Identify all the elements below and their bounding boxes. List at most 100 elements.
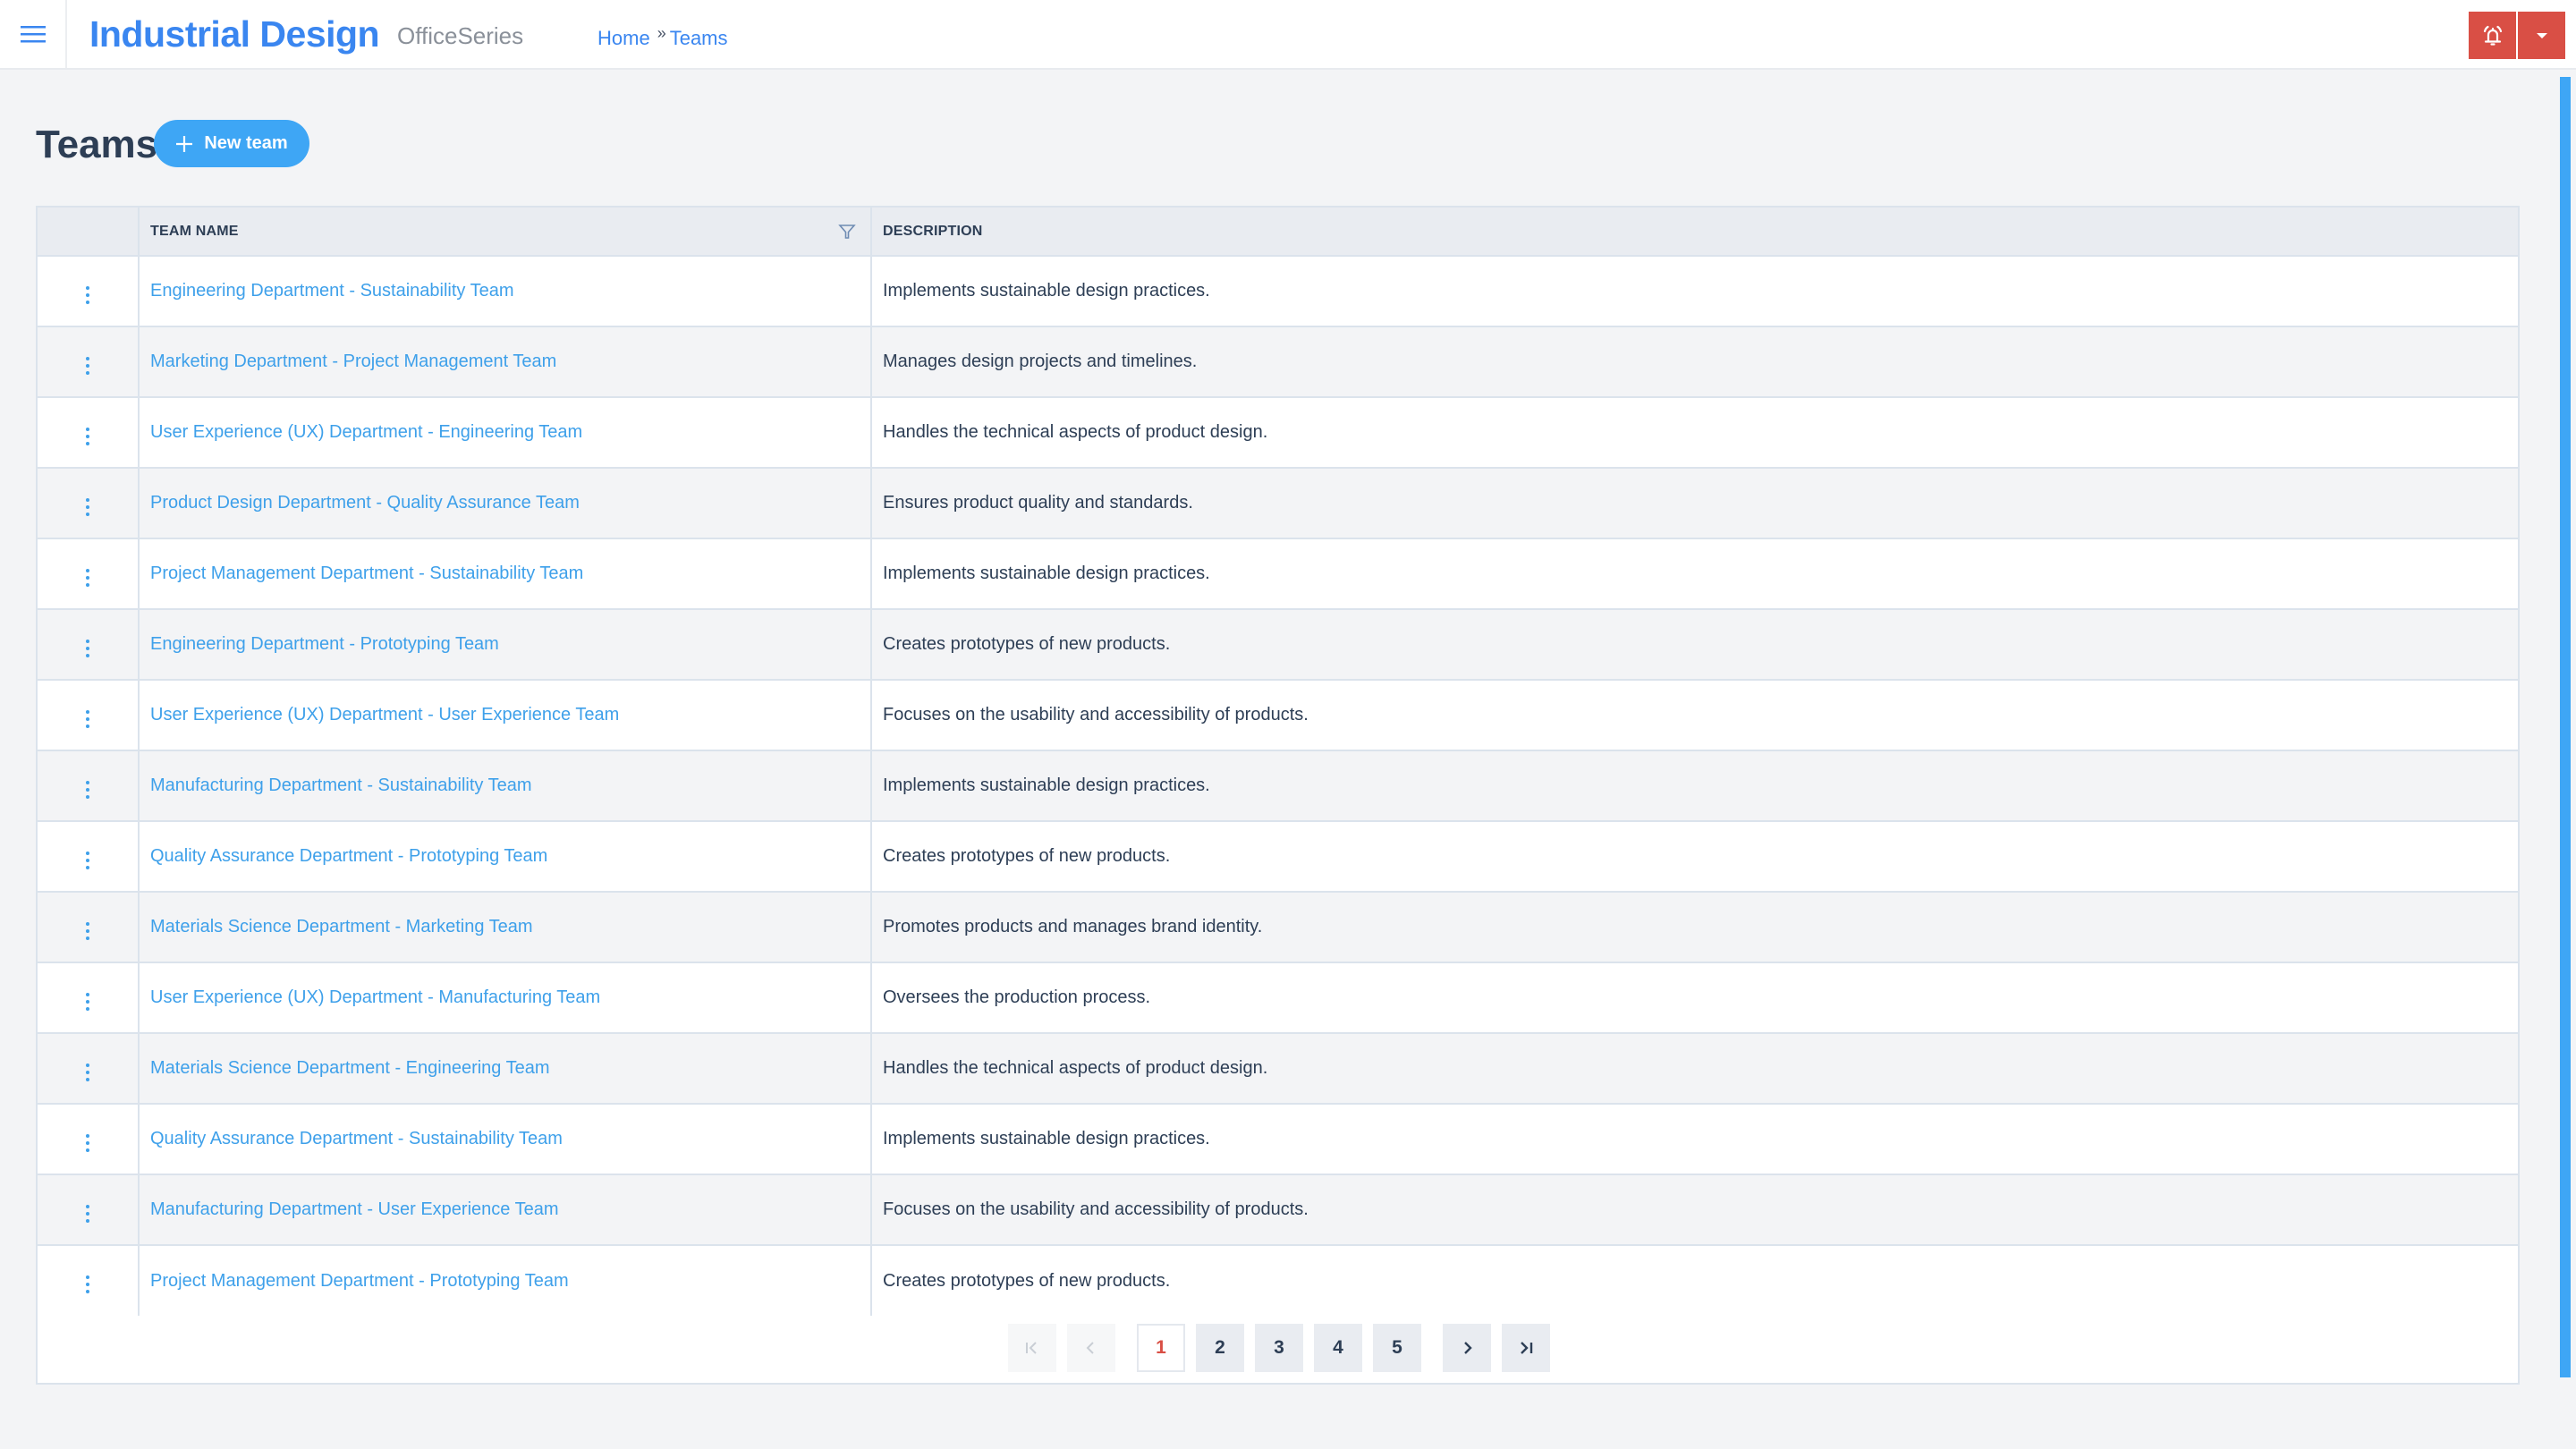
team-name-link[interactable]: Engineering Department - Sustainability …	[150, 281, 514, 301]
team-name-link[interactable]: Manufacturing Department - Sustainabilit…	[150, 775, 532, 795]
menu-toggle-button[interactable]	[0, 0, 67, 68]
more-vertical-icon[interactable]	[79, 1130, 97, 1157]
team-name-cell: Engineering Department - Prototyping Tea…	[139, 609, 872, 681]
row-actions-cell	[38, 538, 140, 610]
table-row: Manufacturing Department - User Experien…	[38, 1174, 2518, 1246]
page-button-2[interactable]: 2	[1196, 1324, 1244, 1372]
team-name-link[interactable]: Marketing Department - Project Managemen…	[150, 352, 556, 371]
app-subtitle: OfficeSeries	[397, 22, 524, 49]
team-description-cell: Implements sustainable design practices.	[871, 1104, 2518, 1175]
row-actions-cell	[38, 256, 140, 327]
team-name-cell: Manufacturing Department - Sustainabilit…	[139, 750, 872, 822]
previous-page-button[interactable]	[1067, 1324, 1115, 1372]
row-actions-cell	[38, 1174, 140, 1246]
row-actions-cell	[38, 892, 140, 963]
vertical-scrollbar[interactable]	[2560, 77, 2571, 1377]
row-actions-cell	[38, 468, 140, 539]
more-vertical-icon[interactable]	[79, 494, 97, 521]
alerts-dropdown-button[interactable]	[2518, 12, 2565, 59]
table-row: Materials Science Department - Engineeri…	[38, 1033, 2518, 1105]
plus-icon	[176, 135, 193, 152]
breadcrumb-separator: »	[657, 24, 666, 42]
team-name-link[interactable]: Quality Assurance Department - Prototypi…	[150, 846, 547, 866]
teams-table: TEAM NAME DESCRIPTION Engineering Depart…	[38, 208, 2518, 1316]
more-vertical-icon[interactable]	[79, 706, 97, 733]
more-vertical-icon[interactable]	[79, 635, 97, 662]
chevron-right-icon	[1464, 1342, 1472, 1354]
team-name-link[interactable]: User Experience (UX) Department - Engine…	[150, 422, 582, 442]
team-name-link[interactable]: Project Management Department - Sustaina…	[150, 564, 583, 583]
page-button-3[interactable]: 3	[1255, 1324, 1303, 1372]
team-name-cell: Project Management Department - Sustaina…	[139, 538, 872, 610]
team-name-link[interactable]: Project Management Department - Prototyp…	[150, 1271, 569, 1291]
team-name-link[interactable]: Engineering Department - Prototyping Tea…	[150, 634, 499, 654]
last-page-button[interactable]	[1502, 1324, 1550, 1372]
table-row: Engineering Department - Prototyping Tea…	[38, 609, 2518, 681]
more-vertical-icon[interactable]	[79, 1271, 97, 1298]
row-actions-cell	[38, 750, 140, 822]
top-bar: Industrial Design OfficeSeries Home » Te…	[0, 0, 2576, 70]
more-vertical-icon[interactable]	[79, 423, 97, 450]
more-vertical-icon[interactable]	[79, 918, 97, 945]
team-description-cell: Creates prototypes of new products.	[871, 609, 2518, 681]
more-vertical-icon[interactable]	[79, 282, 97, 309]
team-name-cell: Marketing Department - Project Managemen…	[139, 326, 872, 398]
team-name-cell: Product Design Department - Quality Assu…	[139, 468, 872, 539]
page-title: Teams	[36, 123, 158, 166]
table-header-row: TEAM NAME DESCRIPTION	[38, 208, 2518, 257]
more-vertical-icon[interactable]	[79, 1059, 97, 1086]
alert-button-group	[2469, 12, 2565, 59]
breadcrumb-home[interactable]: Home	[597, 23, 650, 54]
new-team-button[interactable]: New team	[154, 120, 309, 167]
team-name-link[interactable]: User Experience (UX) Department - Manufa…	[150, 987, 600, 1007]
team-name-cell: Engineering Department - Sustainability …	[139, 256, 872, 327]
caret-down-icon	[2536, 32, 2547, 38]
row-actions-cell	[38, 326, 140, 398]
filter-icon[interactable]	[838, 223, 856, 241]
team-description-cell: Handles the technical aspects of product…	[871, 1033, 2518, 1105]
first-page-icon	[1026, 1342, 1037, 1354]
team-name-cell: Quality Assurance Department - Sustainab…	[139, 1104, 872, 1175]
table-row: User Experience (UX) Department - User E…	[38, 680, 2518, 751]
more-vertical-icon[interactable]	[79, 1200, 97, 1227]
page-button-1[interactable]: 1	[1137, 1324, 1185, 1372]
page-button-4[interactable]: 4	[1314, 1324, 1362, 1372]
team-name-link[interactable]: Manufacturing Department - User Experien…	[150, 1199, 559, 1219]
team-description-cell: Implements sustainable design practices.	[871, 750, 2518, 822]
table-row: Engineering Department - Sustainability …	[38, 256, 2518, 327]
column-header-actions	[38, 208, 140, 257]
table-row: Manufacturing Department - Sustainabilit…	[38, 750, 2518, 822]
alerts-button[interactable]	[2469, 12, 2516, 59]
team-name-cell: User Experience (UX) Department - User E…	[139, 680, 872, 751]
breadcrumb-teams[interactable]: Teams	[670, 23, 728, 54]
team-name-link[interactable]: Quality Assurance Department - Sustainab…	[150, 1129, 563, 1148]
team-description-cell: Focuses on the usability and accessibili…	[871, 680, 2518, 751]
more-vertical-icon[interactable]	[79, 564, 97, 591]
bell-ringing-icon	[2483, 25, 2502, 46]
team-name-cell: Materials Science Department - Engineeri…	[139, 1033, 872, 1105]
page-button-5[interactable]: 5	[1373, 1324, 1421, 1372]
team-name-link[interactable]: Product Design Department - Quality Assu…	[150, 493, 580, 513]
row-actions-cell	[38, 1245, 140, 1316]
more-vertical-icon[interactable]	[79, 988, 97, 1015]
team-name-link[interactable]: User Experience (UX) Department - User E…	[150, 705, 619, 724]
team-description-cell: Implements sustainable design practices.	[871, 538, 2518, 610]
more-vertical-icon[interactable]	[79, 352, 97, 379]
next-page-button[interactable]	[1443, 1324, 1491, 1372]
table-row: Quality Assurance Department - Sustainab…	[38, 1104, 2518, 1175]
team-name-cell: Project Management Department - Prototyp…	[139, 1245, 872, 1316]
table-row: Marketing Department - Project Managemen…	[38, 326, 2518, 398]
team-description-cell: Oversees the production process.	[871, 962, 2518, 1034]
app-title[interactable]: Industrial Design	[89, 9, 380, 59]
team-name-link[interactable]: Materials Science Department - Engineeri…	[150, 1058, 550, 1078]
more-vertical-icon[interactable]	[79, 847, 97, 874]
first-page-button[interactable]	[1008, 1324, 1056, 1372]
team-name-link[interactable]: Materials Science Department - Marketing…	[150, 917, 533, 936]
row-actions-cell	[38, 1104, 140, 1175]
teams-table-card: TEAM NAME DESCRIPTION Engineering Depart…	[36, 206, 2520, 1385]
row-actions-cell	[38, 397, 140, 469]
column-header-team-name[interactable]: TEAM NAME	[139, 208, 872, 257]
more-vertical-icon[interactable]	[79, 776, 97, 803]
row-actions-cell	[38, 609, 140, 681]
table-row: Product Design Department - Quality Assu…	[38, 468, 2518, 539]
